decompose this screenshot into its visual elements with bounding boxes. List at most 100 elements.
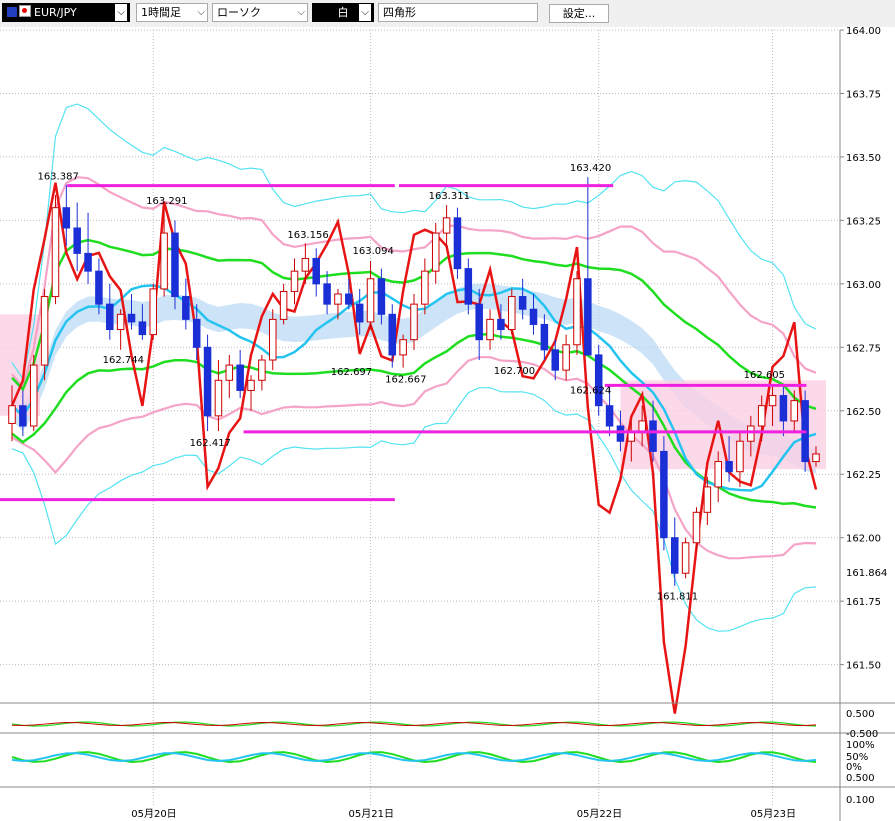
candle-body bbox=[518, 296, 527, 310]
panel-tick-label: 0.100 bbox=[846, 795, 875, 806]
candle-body bbox=[345, 293, 353, 305]
candle-body bbox=[421, 270, 429, 305]
candle-body bbox=[703, 486, 712, 513]
x-tick-label: 05月21日 bbox=[349, 808, 394, 820]
y-tick-label: 161.50 bbox=[846, 661, 881, 672]
price-annotation: 163.420 bbox=[570, 163, 611, 174]
price-annotation: 163.311 bbox=[429, 191, 470, 202]
candle-body bbox=[736, 440, 744, 473]
candle-body bbox=[40, 296, 49, 366]
candle-body bbox=[19, 405, 27, 427]
candle-body bbox=[95, 270, 103, 305]
candle-body bbox=[355, 303, 364, 323]
panel-tick-label: 0% bbox=[846, 762, 862, 773]
candle-body bbox=[605, 405, 614, 427]
price-annotation: 162.605 bbox=[744, 370, 785, 381]
price-annotation: 162.697 bbox=[331, 367, 372, 378]
candle-body bbox=[779, 395, 788, 422]
candle-body bbox=[182, 296, 190, 320]
candle-body bbox=[214, 379, 223, 417]
candle-body bbox=[399, 339, 407, 356]
candle-body bbox=[529, 308, 538, 325]
candle-body bbox=[312, 257, 320, 285]
candle-body bbox=[670, 537, 679, 574]
candle-body bbox=[410, 303, 418, 341]
candle-body bbox=[757, 405, 766, 427]
candle-body bbox=[247, 379, 255, 391]
candle-body bbox=[714, 461, 722, 488]
y-tick-label: 161.75 bbox=[846, 597, 881, 608]
candle-body bbox=[377, 278, 386, 315]
candle-body bbox=[29, 364, 38, 427]
candle-body bbox=[149, 288, 158, 336]
candle-body bbox=[681, 542, 690, 574]
price-annotation: 162.667 bbox=[385, 374, 426, 385]
y-tick-label: 163.50 bbox=[846, 153, 881, 164]
y-tick-label: 162.25 bbox=[846, 470, 881, 481]
y-tick-label: 162.00 bbox=[846, 534, 881, 545]
x-tick-label: 05月22日 bbox=[577, 808, 622, 820]
candle-body bbox=[323, 283, 331, 305]
candle-body bbox=[453, 217, 462, 270]
candle-body bbox=[225, 364, 234, 381]
candle-body bbox=[649, 420, 657, 452]
candle-body bbox=[51, 207, 60, 298]
candle-body bbox=[486, 318, 494, 341]
candle-body bbox=[8, 405, 16, 424]
price-chart[interactable]: 163.387 163.291 162.744 162.417 163.156 163.0… bbox=[0, 0, 895, 821]
y-tick-label: 162.50 bbox=[846, 407, 881, 418]
price-annotation: 162.417 bbox=[190, 438, 231, 449]
candle-body bbox=[573, 278, 581, 346]
candle-body bbox=[464, 268, 473, 305]
candle-body bbox=[442, 217, 451, 234]
candle-body bbox=[540, 323, 549, 351]
candle-body bbox=[84, 252, 92, 272]
candle-body bbox=[616, 425, 625, 442]
candle-body bbox=[106, 303, 114, 331]
candle-body bbox=[138, 321, 147, 336]
panel-tick-label: 100% bbox=[846, 740, 875, 751]
panel-tick-label: 0.500 bbox=[846, 709, 875, 720]
lower-panels: 0.500-0.500100%50%0%0.5000.100 bbox=[0, 702, 895, 806]
candle-body bbox=[790, 400, 799, 422]
candle-body bbox=[73, 227, 81, 254]
candle-body bbox=[508, 296, 516, 331]
time-axis: 05月20日 05月21日 05月22日 05月23日 bbox=[131, 808, 796, 820]
y-tick-label: 164.00 bbox=[846, 26, 881, 37]
candle-body bbox=[290, 270, 299, 292]
candle-body bbox=[660, 450, 668, 539]
panel-tick-label: -0.500 bbox=[846, 729, 878, 740]
y-tick-label: 162.75 bbox=[846, 343, 881, 354]
candle-body bbox=[301, 257, 310, 272]
candle-body bbox=[584, 278, 592, 356]
candle-body bbox=[192, 318, 201, 348]
candle-body bbox=[279, 290, 288, 320]
candle-body bbox=[768, 395, 777, 407]
price-axis: 164.00 163.75 163.50 163.25 163.00 162.75 162.… bbox=[839, 26, 887, 821]
candle-body bbox=[562, 344, 570, 371]
candle-body bbox=[388, 313, 397, 356]
candle-body bbox=[725, 461, 733, 473]
candle-body bbox=[62, 207, 71, 229]
candle-body bbox=[475, 303, 483, 341]
candle-body bbox=[268, 318, 277, 361]
candle-body bbox=[160, 232, 168, 290]
candle-body bbox=[127, 313, 136, 323]
price-annotation: 163.387 bbox=[37, 172, 78, 183]
y-tick-label: 163.25 bbox=[846, 216, 881, 227]
candle-body bbox=[692, 511, 701, 544]
price-annotation: 162.700 bbox=[494, 366, 535, 377]
y-tick-label: 163.00 bbox=[846, 280, 881, 291]
candle-body bbox=[236, 364, 244, 391]
candle-body bbox=[366, 278, 375, 323]
price-annotation: 163.291 bbox=[146, 196, 187, 207]
candle-body bbox=[497, 318, 505, 331]
candle-body bbox=[747, 425, 755, 442]
candle-body bbox=[258, 359, 266, 381]
candle-body bbox=[116, 313, 125, 331]
x-tick-label: 05月20日 bbox=[131, 808, 176, 820]
price-annotation: 162.624 bbox=[570, 385, 611, 396]
price-annotation: 163.156 bbox=[287, 230, 328, 241]
x-tick-label: 05月23日 bbox=[751, 808, 796, 820]
y-tick-label: 163.75 bbox=[846, 89, 881, 100]
